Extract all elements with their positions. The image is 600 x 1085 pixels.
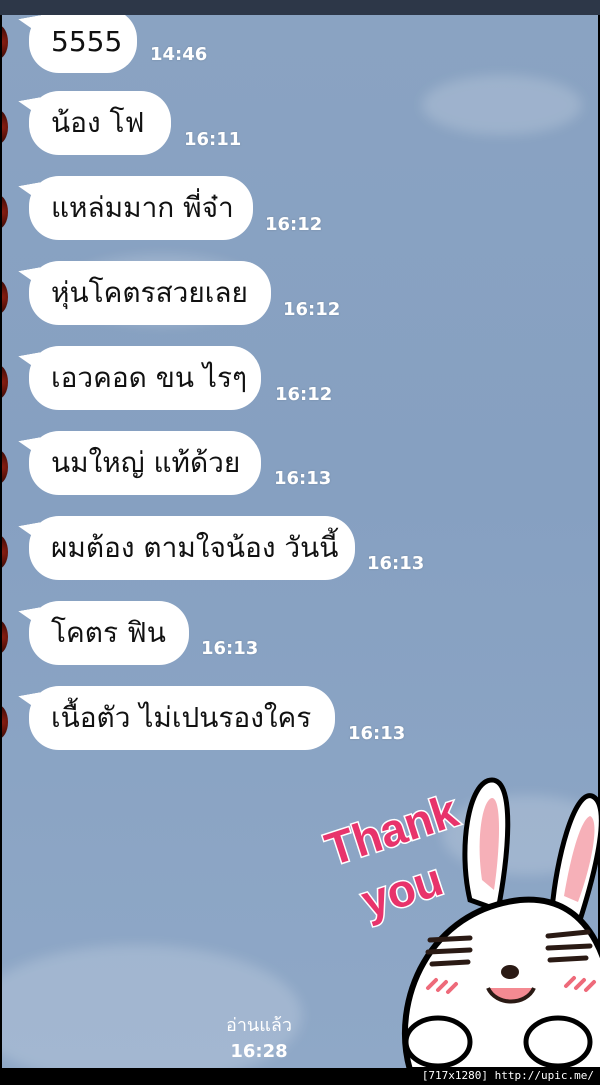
message-time: 16:12 (275, 384, 333, 405)
message-time: 16:11 (184, 129, 242, 150)
read-receipt: อ่านแล้ว 16:28 (222, 1013, 296, 1065)
message-bubble[interactable]: หุ่นโคตรสวยเลย (29, 261, 271, 325)
message-text: น้อง โฟ (51, 106, 145, 139)
message-bubble[interactable]: โคตร ฟิน (29, 601, 189, 665)
sticker-text-thank: Thank (320, 784, 464, 875)
message-time: 16:12 (265, 214, 323, 235)
thank-you-rabbit-sticker[interactable]: Thank you (320, 760, 600, 1070)
avatar[interactable] (2, 110, 8, 144)
message-text: 5555 (51, 24, 123, 58)
message-time: 16:13 (274, 468, 332, 489)
message-bubble[interactable]: 5555 (29, 15, 137, 73)
avatar[interactable] (2, 25, 8, 59)
message-bubble[interactable]: น้อง โฟ (29, 91, 171, 155)
message-time: 16:13 (201, 638, 259, 659)
status-bar (0, 0, 600, 15)
watermark: [717x1280] http://upic.me/ (417, 1068, 598, 1084)
avatar[interactable] (2, 450, 8, 484)
avatar[interactable] (2, 705, 8, 739)
message-text: เอวคอด ขน ไรๆ (51, 361, 248, 394)
message-text: หุ่นโคตรสวยเลย (51, 276, 248, 309)
avatar[interactable] (2, 535, 8, 569)
message-bubble[interactable]: ผมต้อง ตามใจน้อง วันนี้ (29, 516, 355, 580)
message-time: 16:12 (283, 299, 341, 320)
message-time: 14:46 (150, 44, 208, 65)
message-bubble[interactable]: นมใหญ่ แท้ด้วย (29, 431, 261, 495)
message-bubble[interactable]: เนื้อตัว ไม่เปนรองใคร (29, 686, 335, 750)
screenshot-frame: 5555 14:46 น้อง โฟ 16:11 แหล่มมาก พี่จ๋า… (0, 0, 600, 1085)
message-time: 16:13 (348, 723, 406, 744)
avatar[interactable] (2, 620, 8, 654)
avatar[interactable] (2, 195, 8, 229)
message-bubble[interactable]: เอวคอด ขน ไรๆ (29, 346, 261, 410)
message-text: นมใหญ่ แท้ด้วย (51, 446, 241, 479)
avatar[interactable] (2, 365, 8, 399)
avatar[interactable] (2, 280, 8, 314)
read-time: 16:28 (230, 1041, 288, 1062)
rabbit-right-ear (549, 793, 600, 924)
rabbit-left-ear (462, 777, 511, 914)
message-text: ผมต้อง ตามใจน้อง วันนี้ (51, 531, 339, 564)
read-label: อ่านแล้ว (226, 1015, 292, 1036)
message-text: แหล่มมาก พี่จ๋า (51, 191, 234, 224)
message-bubble[interactable]: แหล่มมาก พี่จ๋า (29, 176, 253, 240)
message-text: เนื้อตัว ไม่เปนรองใคร (51, 701, 312, 734)
message-text: โคตร ฟิน (51, 616, 166, 649)
message-time: 16:13 (367, 553, 425, 574)
